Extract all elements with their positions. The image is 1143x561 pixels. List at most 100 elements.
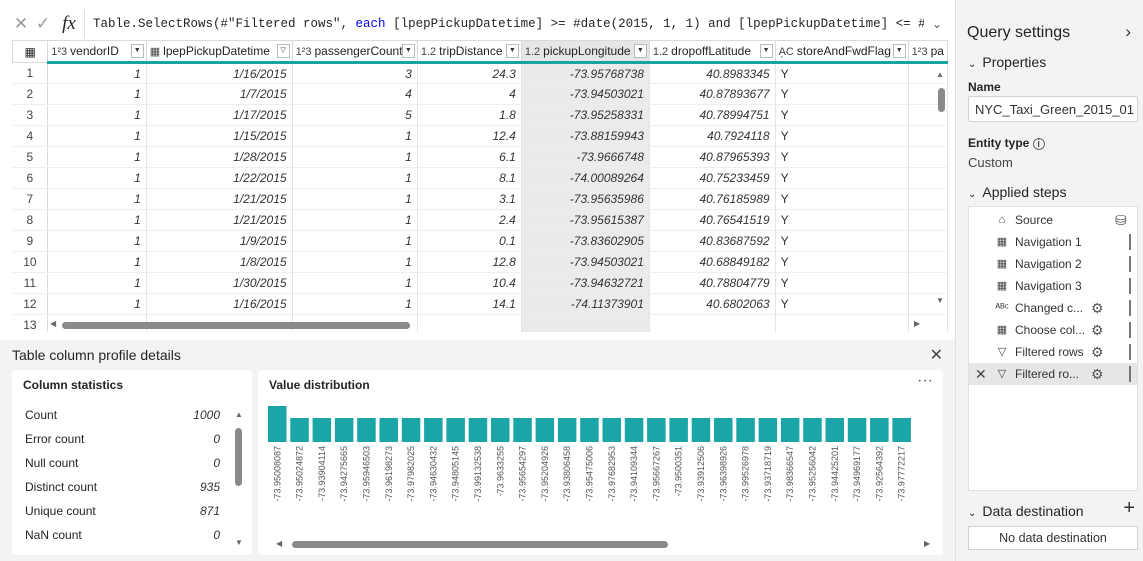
table-row[interactable]: 8 1 1/21/2015 1 2.4 -73.95615387 40.76541519 Y bbox=[12, 209, 948, 231]
table-cell[interactable]: 5 bbox=[292, 104, 418, 126]
table-cell[interactable]: 1 bbox=[292, 251, 418, 273]
row-number[interactable]: 10 bbox=[12, 251, 49, 273]
column-header-dropofflatitude[interactable]: 1.2 dropoffLatitude ▼ bbox=[648, 40, 776, 64]
row-number[interactable]: 4 bbox=[12, 125, 49, 147]
distribution-bar[interactable] bbox=[557, 418, 577, 442]
table-cell[interactable]: Y bbox=[775, 167, 909, 189]
table-cell[interactable]: 40.8983345 bbox=[649, 62, 776, 84]
distribution-scrollbar[interactable]: ◀ ▶ bbox=[276, 538, 936, 550]
applied-step-item[interactable]: ▦ Choose col... ⚙ bbox=[969, 319, 1137, 341]
distribution-bar[interactable] bbox=[446, 418, 465, 442]
column-dropdown-icon[interactable]: ▼ bbox=[633, 44, 647, 58]
scroll-left-icon[interactable]: ◀ bbox=[50, 319, 56, 328]
table-cell[interactable]: Y bbox=[775, 62, 909, 84]
column-type-icon[interactable]: 1.2 bbox=[653, 46, 668, 58]
table-cell[interactable]: Y bbox=[775, 188, 909, 210]
table-cell[interactable]: -74.00089264 bbox=[521, 167, 650, 189]
table-cell[interactable]: 40.68849182 bbox=[649, 251, 776, 273]
formula-input[interactable]: Table.SelectRows(#"Filtered rows", each … bbox=[84, 10, 924, 38]
distribution-bar[interactable] bbox=[379, 418, 399, 442]
table-cell[interactable]: Y bbox=[775, 293, 909, 315]
stats-scrollbar[interactable]: ▲ ▼ bbox=[234, 410, 244, 550]
table-cell[interactable]: 3 bbox=[292, 62, 418, 84]
distribution-bar[interactable] bbox=[647, 418, 666, 442]
table-cell[interactable]: 12.4 bbox=[417, 125, 522, 147]
table-cell[interactable]: 1 bbox=[292, 125, 418, 147]
table-cell[interactable]: 1 bbox=[292, 188, 418, 210]
table-row[interactable]: 6 1 1/22/2015 1 8.1 -74.00089264 40.75233459 Y bbox=[12, 167, 948, 189]
table-cell[interactable]: -73.95615387 bbox=[521, 209, 650, 231]
table-cell[interactable]: 8.1 bbox=[417, 167, 522, 189]
table-row[interactable]: 3 1 1/17/2015 5 1.8 -73.95258331 40.78994751 Y bbox=[12, 104, 948, 126]
table-cell[interactable]: 1/8/2015 bbox=[146, 251, 293, 273]
step-settings-gear-icon[interactable]: ⚙ bbox=[1091, 344, 1104, 361]
scroll-right-icon[interactable]: ▶ bbox=[924, 539, 930, 548]
table-cell[interactable]: 14.1 bbox=[417, 293, 522, 315]
table-cell[interactable]: 1 bbox=[292, 230, 418, 252]
row-number[interactable]: 7 bbox=[12, 188, 49, 210]
applied-step-item[interactable]: ▽ Filtered rows ⚙ bbox=[969, 341, 1137, 363]
column-dropdown-icon[interactable]: ▼ bbox=[759, 44, 773, 58]
distribution-bar[interactable] bbox=[334, 418, 354, 442]
scroll-down-icon[interactable]: ▼ bbox=[936, 296, 944, 305]
column-header-storeandfwdflag[interactable]: A᷊C storeAndFwdFlag ▼ bbox=[774, 40, 909, 64]
table-cell[interactable]: 1/16/2015 bbox=[146, 293, 293, 315]
row-number[interactable]: 3 bbox=[12, 104, 49, 126]
table-row[interactable]: 7 1 1/21/2015 1 3.1 -73.95635986 40.76185989 Y bbox=[12, 188, 948, 210]
scroll-left-icon[interactable]: ◀ bbox=[276, 539, 282, 548]
row-number[interactable]: 9 bbox=[12, 230, 49, 252]
scroll-up-icon[interactable]: ▲ bbox=[936, 70, 944, 79]
properties-section-header[interactable]: ⌄ Properties bbox=[968, 54, 1046, 70]
table-cell[interactable]: 40.76185989 bbox=[649, 188, 776, 210]
table-cell[interactable]: 4 bbox=[292, 83, 418, 105]
horizontal-scrollbar[interactable]: ◀ ▶ bbox=[40, 318, 925, 330]
table-cell[interactable]: 40.7924118 bbox=[649, 125, 776, 147]
applied-step-item[interactable]: ▦ Navigation 3 bbox=[969, 275, 1137, 297]
table-cell[interactable]: -73.88159943 bbox=[521, 125, 650, 147]
table-cell[interactable]: 1 bbox=[47, 251, 147, 273]
table-cell[interactable]: 1/17/2015 bbox=[146, 104, 293, 126]
column-header-lpeppickupdatetime[interactable]: ▦ lpepPickupDatetime ▽ bbox=[145, 40, 293, 64]
distribution-bar[interactable] bbox=[468, 418, 488, 442]
table-cell[interactable]: -73.9666748 bbox=[521, 146, 650, 168]
table-cell[interactable]: 40.78804779 bbox=[649, 272, 776, 294]
distribution-bar[interactable] bbox=[847, 418, 867, 442]
distribution-bar[interactable] bbox=[290, 418, 309, 442]
column-dropdown-icon[interactable]: ▼ bbox=[505, 44, 519, 58]
distribution-bar[interactable] bbox=[669, 418, 688, 442]
table-cell[interactable]: 1 bbox=[47, 146, 147, 168]
scroll-right-icon[interactable]: ▶ bbox=[914, 319, 920, 328]
column-dropdown-icon[interactable]: ▼ bbox=[401, 44, 415, 58]
applied-step-item[interactable]: ✕ ▽ Filtered ro... ⚙ bbox=[969, 363, 1137, 385]
table-cell[interactable]: 1/9/2015 bbox=[146, 230, 293, 252]
table-cell[interactable]: 1 bbox=[292, 146, 418, 168]
column-type-icon[interactable]: 1²3 bbox=[51, 46, 67, 58]
table-row[interactable]: 5 1 1/28/2015 1 6.1 -73.9666748 40.87965393 Y bbox=[12, 146, 948, 168]
table-cell[interactable]: 1/30/2015 bbox=[146, 272, 293, 294]
table-cell[interactable]: 1 bbox=[47, 104, 147, 126]
table-cell[interactable]: Y bbox=[775, 209, 909, 231]
column-type-icon[interactable]: 1²3 bbox=[296, 46, 312, 58]
table-cell[interactable]: 24.3 bbox=[417, 62, 522, 84]
table-cell[interactable]: 1 bbox=[47, 188, 147, 210]
table-cell[interactable]: Y bbox=[775, 125, 909, 147]
delete-step-icon[interactable]: ✕ bbox=[975, 366, 987, 383]
applied-steps-section-header[interactable]: ⌄ Applied steps bbox=[968, 184, 1066, 200]
table-cell[interactable]: 1 bbox=[47, 62, 147, 84]
add-destination-icon[interactable]: + bbox=[1123, 497, 1135, 520]
collapse-pane-chevron-icon[interactable]: › bbox=[1125, 22, 1131, 42]
table-row[interactable]: 1 1 1/16/2015 3 24.3 -73.95768738 40.8983345 Y bbox=[12, 62, 948, 84]
data-destination-value[interactable]: No data destination bbox=[968, 526, 1138, 550]
table-row[interactable]: 11 1 1/30/2015 1 10.4 -73.94632721 40.78804779… bbox=[12, 272, 948, 294]
table-cell[interactable]: Y bbox=[775, 251, 909, 273]
query-name-input[interactable] bbox=[968, 96, 1138, 122]
table-cell[interactable]: 1/7/2015 bbox=[146, 83, 293, 105]
distribution-bar[interactable] bbox=[803, 418, 822, 442]
column-header-tripdistance[interactable]: 1.2 tripDistance ▼ bbox=[416, 40, 522, 64]
column-header-vendorid[interactable]: 1²3 vendorID ▼ bbox=[47, 40, 147, 64]
table-row[interactable]: 4 1 1/15/2015 1 12.4 -73.88159943 40.7924118 Y bbox=[12, 125, 948, 147]
table-cell[interactable]: 0.1 bbox=[417, 230, 522, 252]
column-type-icon[interactable]: ▦ bbox=[150, 46, 160, 58]
table-cell[interactable]: 1 bbox=[292, 167, 418, 189]
table-cell[interactable]: -73.94632721 bbox=[521, 272, 650, 294]
